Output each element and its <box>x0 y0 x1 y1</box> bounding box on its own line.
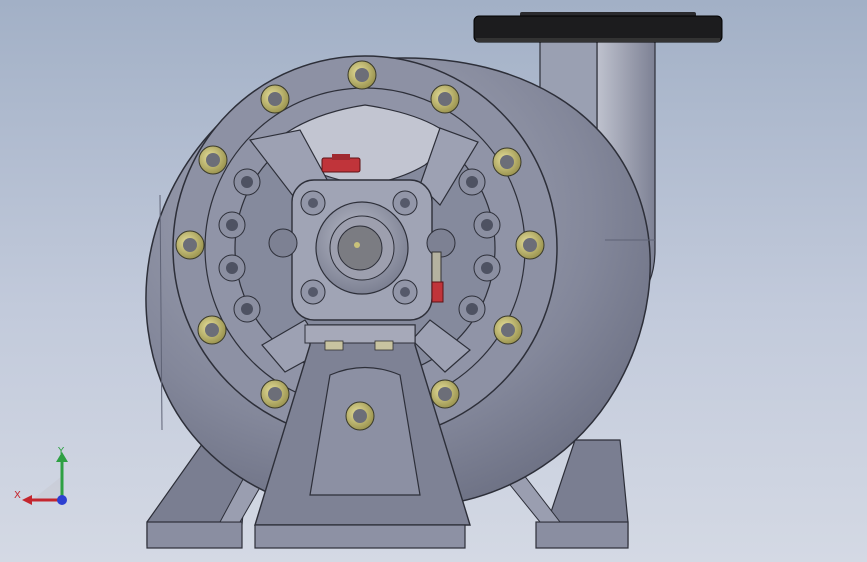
x-axis-arrowhead <box>22 495 32 505</box>
z-axis-dot <box>57 495 67 505</box>
graphics-viewport[interactable]: Y X <box>0 0 867 562</box>
pump-model[interactable] <box>0 0 867 562</box>
y-axis-label: Y <box>57 446 65 457</box>
bearing-housing[interactable] <box>268 179 456 321</box>
triad-plane <box>32 476 62 500</box>
orientation-triad[interactable]: Y X <box>10 438 80 508</box>
x-axis-label: X <box>14 490 21 501</box>
